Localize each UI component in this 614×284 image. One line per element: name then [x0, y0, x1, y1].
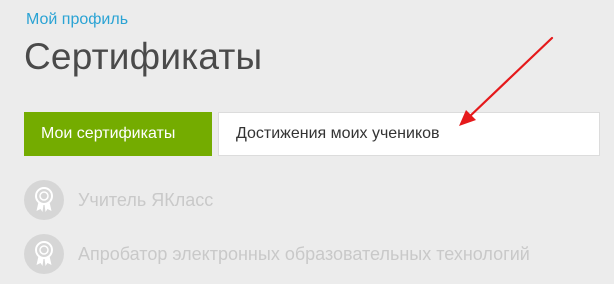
tab-bar: Мои сертификаты Достижения моих учеников: [24, 112, 600, 156]
certificate-label: Учитель ЯКласс: [78, 190, 214, 210]
page-title: Сертификаты: [24, 36, 263, 77]
certificate-label: Апробатор электронных образовательных те…: [78, 244, 530, 264]
tab-students-achievements[interactable]: Достижения моих учеников: [218, 112, 600, 156]
medal-icon: [24, 234, 64, 274]
medal-icon: [24, 180, 64, 220]
breadcrumb-my-profile[interactable]: Мой профиль: [26, 11, 128, 29]
tab-my-certificates[interactable]: Мои сертификаты: [24, 112, 212, 156]
